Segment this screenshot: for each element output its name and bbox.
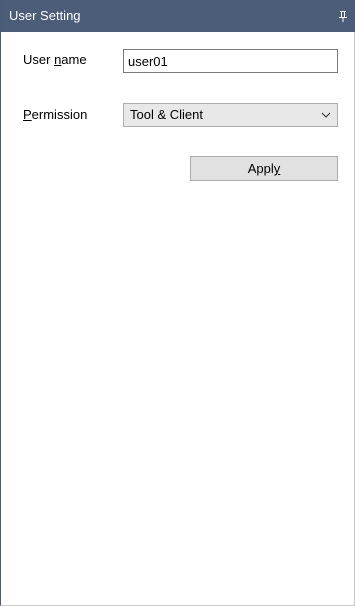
permission-label-post: ermission [31, 107, 88, 122]
permission-label-accesskey: P [23, 107, 32, 122]
username-label: User name [23, 51, 87, 69]
permission-label: Permission [23, 106, 87, 124]
permission-select[interactable]: Tool & Client [123, 103, 338, 127]
apply-label-pre: Appl [247, 161, 274, 176]
pin-icon[interactable] [338, 0, 348, 32]
apply-button[interactable]: Apply [190, 156, 338, 181]
username-label-pre: User [23, 52, 55, 67]
username-input[interactable] [123, 49, 338, 73]
apply-button-label: Apply [248, 161, 281, 176]
username-label-post: ame [61, 52, 87, 67]
permission-selected-value: Tool & Client [130, 107, 203, 122]
apply-label-accesskey: y [273, 161, 281, 176]
panel-title: User Setting [9, 8, 81, 23]
chevron-down-icon [321, 112, 331, 118]
panel-titlebar: User Setting [1, 0, 355, 32]
user-setting-panel: User Setting User name Permission Tool &… [0, 0, 355, 606]
